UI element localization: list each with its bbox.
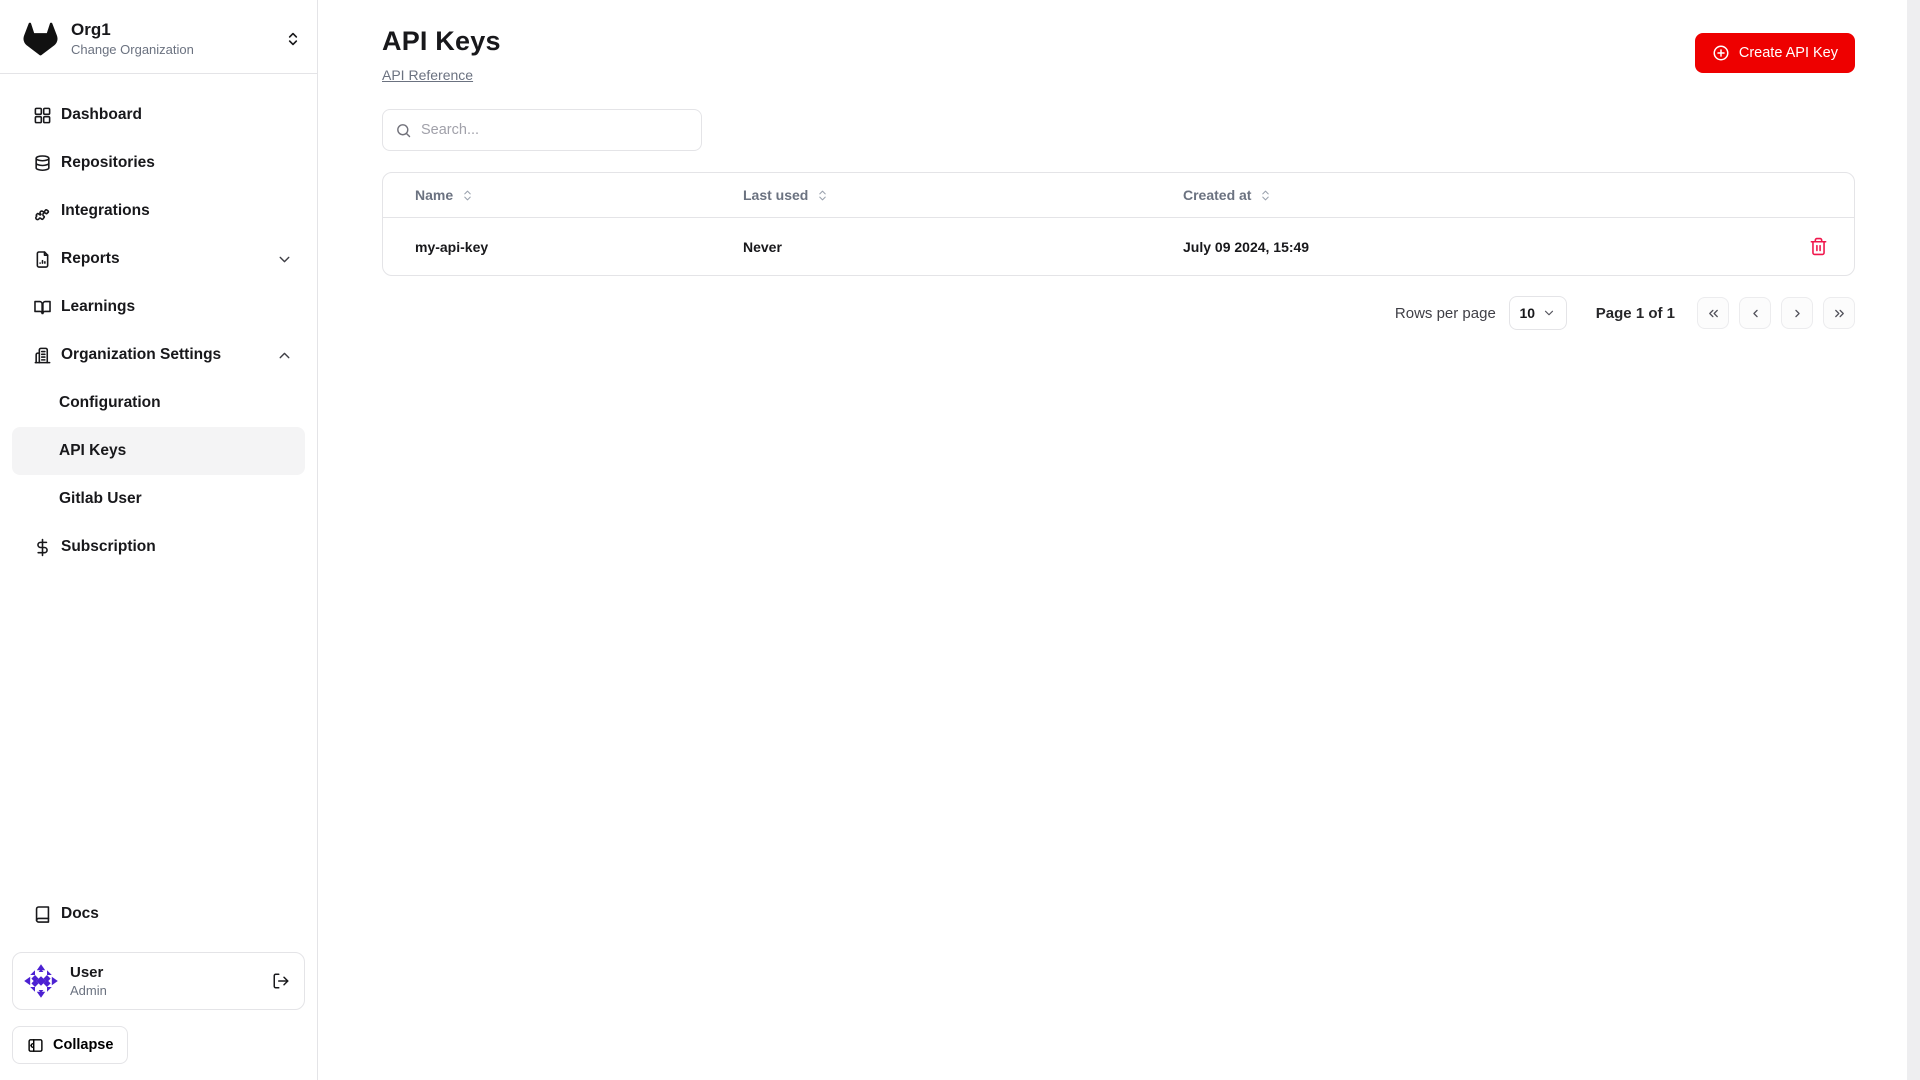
book-icon — [35, 905, 50, 923]
puzzle-icon — [35, 208, 50, 220]
collapse-sidebar-button[interactable]: Collapse — [12, 1026, 129, 1064]
sidebar-bottom: Docs User Admin Collapse — [0, 890, 317, 1080]
collapse-label: Collapse — [53, 1037, 114, 1053]
column-header-last-used[interactable]: Last used — [743, 187, 1183, 203]
create-api-key-label: Create API Key — [1738, 45, 1838, 61]
sidebar-item-integrations[interactable]: Integrations — [12, 187, 305, 235]
chevron-right-icon — [1794, 309, 1800, 317]
org-logo-icon — [23, 22, 58, 55]
search-icon — [397, 123, 411, 137]
api-keys-table: Name Last used Created at my-api-key Nev… — [382, 172, 1855, 276]
first-page-button[interactable] — [1697, 297, 1729, 329]
database-icon — [35, 154, 50, 171]
cell-name: my-api-key — [415, 238, 489, 255]
column-header-created-at[interactable]: Created at — [1183, 187, 1782, 203]
main-content: API Keys API Reference Create API Key Na… — [318, 0, 1920, 1080]
rows-per-page-label: Rows per page — [1394, 304, 1496, 322]
sidebar-item-subscription[interactable]: Subscription — [12, 523, 305, 571]
column-label: Name — [415, 187, 454, 203]
sidebar-item-dashboard[interactable]: Dashboard — [12, 91, 305, 139]
sidebar-item-label: Subscription — [61, 538, 156, 555]
page-info: Page 1 of 1 — [1595, 304, 1675, 322]
sort-icon — [819, 190, 827, 200]
user-role: Admin — [70, 983, 107, 998]
dashboard-grid-icon — [34, 107, 51, 123]
chevron-down-icon — [279, 256, 290, 262]
sidebar-item-learnings[interactable]: Learnings — [12, 283, 305, 331]
user-card[interactable]: User Admin — [12, 952, 305, 1010]
user-avatar — [24, 964, 58, 998]
sidebar-item-label: Gitlab User — [59, 490, 142, 507]
api-reference-link[interactable]: API Reference — [382, 67, 473, 83]
next-page-button[interactable] — [1781, 297, 1813, 329]
column-header-name[interactable]: Name — [383, 187, 743, 203]
book-open-icon — [34, 300, 51, 314]
org-change-label: Change Organization — [71, 42, 194, 57]
create-api-key-button[interactable]: Create API Key — [1694, 33, 1855, 73]
dollar-sign-icon — [37, 538, 48, 556]
sidebar-item-api-keys[interactable]: API Keys — [12, 427, 305, 475]
panel-collapse-icon — [28, 1038, 43, 1052]
sort-icon — [1262, 190, 1270, 200]
sidebar-item-label: Integrations — [61, 202, 150, 219]
file-report-icon — [36, 250, 49, 268]
chevrons-right-icon — [1834, 309, 1844, 317]
delete-api-key-button[interactable] — [1803, 232, 1833, 262]
user-name: User — [70, 964, 104, 981]
chevron-down-icon — [1544, 310, 1554, 316]
chevron-left-icon — [1752, 309, 1758, 317]
sidebar-item-label: Organization Settings — [61, 346, 222, 363]
sidebar: Org1 Change Organization Dashboard Repos… — [0, 0, 318, 1080]
sidebar-item-label: Learnings — [61, 298, 136, 315]
last-page-button[interactable] — [1823, 297, 1855, 329]
building-icon — [34, 347, 51, 363]
sidebar-item-label: Dashboard — [61, 106, 142, 123]
search-box — [382, 109, 702, 151]
org-name: Org1 — [71, 20, 111, 39]
rows-per-page-value: 10 — [1519, 305, 1536, 321]
user-text: User Admin — [70, 964, 261, 998]
sidebar-item-organization-settings[interactable]: Organization Settings — [12, 331, 305, 379]
plus-circle-icon — [1713, 45, 1729, 61]
sidebar-item-repositories[interactable]: Repositories — [12, 139, 305, 187]
chevrons-up-down-icon[interactable] — [283, 29, 303, 49]
previous-page-button[interactable] — [1739, 297, 1771, 329]
sidebar-item-reports[interactable]: Reports — [12, 235, 305, 283]
column-label: Created at — [1183, 187, 1252, 203]
rows-per-page-select[interactable]: 10 — [1508, 296, 1567, 330]
sidebar-item-label: Repositories — [61, 154, 155, 171]
scrollbar-track[interactable] — [1907, 0, 1920, 1080]
cell-created-at: July 09 2024, 15:49 — [1183, 238, 1310, 255]
pager-buttons — [1697, 297, 1855, 329]
sidebar-nav: Dashboard Repositories Integrations Repo… — [0, 74, 317, 571]
cell-actions — [1782, 232, 1854, 262]
table-row: my-api-key Never July 09 2024, 15:49 — [383, 218, 1854, 275]
column-label: Last used — [743, 187, 809, 203]
sort-icon — [464, 190, 471, 200]
org-switcher[interactable]: Org1 Change Organization — [0, 0, 317, 73]
app-window: Org1 Change Organization Dashboard Repos… — [0, 0, 1920, 1080]
chevron-up-icon — [279, 352, 290, 358]
sidebar-item-label: API Keys — [59, 442, 127, 459]
sidebar-item-label: Reports — [61, 250, 120, 267]
sidebar-item-gitlab-user[interactable]: Gitlab User — [12, 475, 305, 523]
table-header-row: Name Last used Created at — [383, 173, 1854, 218]
chevrons-left-icon — [1708, 309, 1718, 317]
search-input[interactable] — [421, 122, 689, 138]
sidebar-item-label: Docs — [61, 905, 99, 922]
org-text: Org1 Change Organization — [71, 20, 271, 57]
pagination-bar: Rows per page 10 Page 1 of 1 — [382, 296, 1855, 330]
page-title: API Keys — [382, 26, 501, 56]
logout-icon[interactable] — [272, 972, 290, 990]
cell-last-used: Never — [743, 238, 782, 255]
trash-icon — [1810, 237, 1826, 256]
sidebar-item-label: Configuration — [59, 394, 161, 411]
sidebar-item-docs[interactable]: Docs — [12, 890, 305, 938]
sidebar-item-configuration[interactable]: Configuration — [12, 379, 305, 427]
